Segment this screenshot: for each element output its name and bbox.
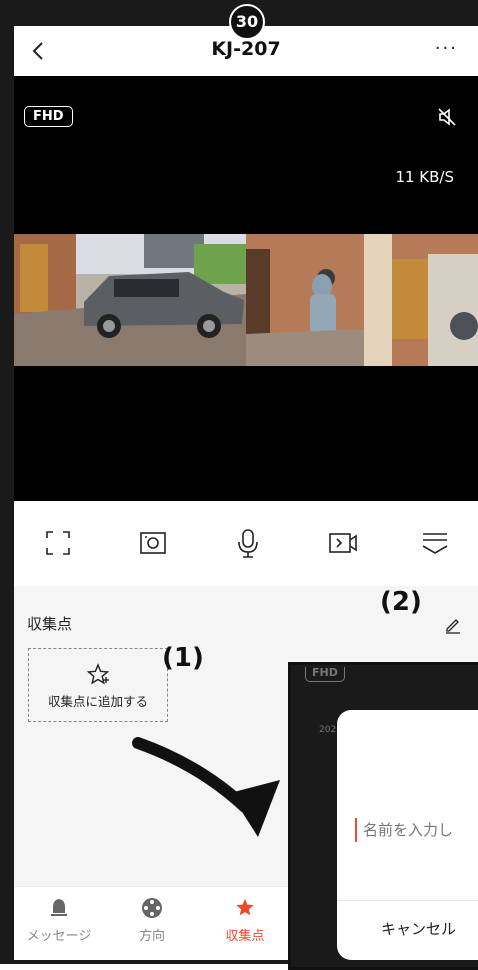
add-favorite-label: 収集点に追加する (47, 694, 148, 709)
tab-favorites[interactable]: 収集点 (200, 897, 290, 944)
record-icon[interactable] (327, 527, 359, 559)
quality-button[interactable]: FHD (24, 106, 73, 127)
star-plus-icon (86, 663, 110, 685)
favorites-title: 収集点 (27, 615, 73, 633)
tab-label: 方向 (138, 929, 165, 944)
name-dialog: キャンセル (337, 710, 478, 960)
add-favorite-button[interactable]: 収集点に追加する (28, 648, 168, 722)
bitrate-readout: 11 KB/S (395, 168, 454, 186)
more-icon[interactable]: ··· (435, 40, 458, 58)
tab-direction[interactable]: 方向 (107, 897, 197, 944)
dpad-icon (142, 898, 162, 918)
fullscreen-icon[interactable] (42, 527, 74, 559)
page-title: KJ-207 (211, 38, 281, 60)
next-step-preview: FHD 202 キャンセル (288, 662, 478, 970)
preview-timestamp: 202 (319, 725, 337, 735)
star-icon (236, 898, 254, 916)
control-bar (14, 501, 478, 587)
annotation-2: (2) (380, 587, 422, 617)
live-video[interactable]: FHD 11 KB/S (14, 76, 478, 501)
microphone-icon[interactable] (232, 527, 264, 559)
tab-messages[interactable]: メッセージ (14, 897, 104, 944)
favorite-name-input[interactable] (355, 818, 478, 842)
step-badge: 30 (229, 4, 265, 40)
cancel-button[interactable]: キャンセル (381, 918, 456, 939)
curved-arrow-icon (132, 737, 280, 837)
bell-icon (51, 899, 67, 916)
preview-quality-badge: FHD (305, 667, 345, 682)
tab-label: 収集点 (225, 929, 265, 944)
tab-label: メッセージ (26, 929, 92, 944)
more-controls-icon[interactable] (419, 527, 451, 559)
annotation-1: (1) (162, 643, 204, 673)
camera-scene-image (14, 234, 478, 366)
dialog-divider (337, 900, 478, 901)
pencil-icon[interactable] (444, 616, 462, 634)
screenshot-icon[interactable] (137, 527, 169, 559)
speaker-mute-icon[interactable] (436, 106, 458, 128)
